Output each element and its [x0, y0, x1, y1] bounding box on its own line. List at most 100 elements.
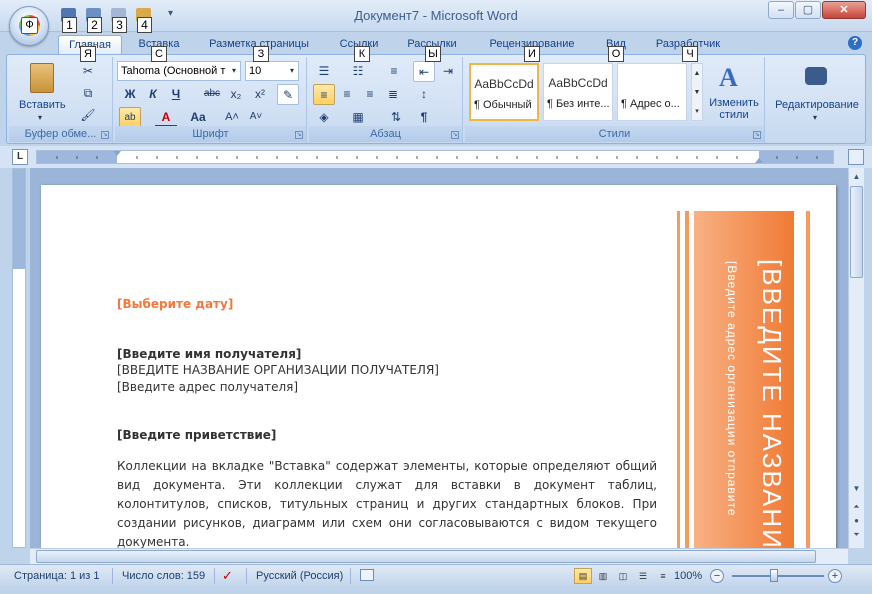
sender-address-placeholder[interactable]: [Введите адрес организации отправите — [725, 261, 739, 517]
page[interactable]: [Выберите дату] [Введите имя получателя]… — [41, 185, 836, 548]
style-normal[interactable]: AaBbCcDd ¶ Обычный — [469, 63, 539, 121]
group-label: Стили — [465, 126, 764, 142]
sender-org-title-placeholder[interactable]: [ВВЕДИТЕ НАЗВАНИ — [756, 259, 787, 548]
bold-button[interactable]: Ж — [119, 84, 141, 105]
dialog-launcher-icon[interactable]: ↘ — [295, 131, 303, 139]
format-painter-button[interactable]: 🖌 — [77, 105, 99, 126]
office-button[interactable]: Ф — [9, 6, 49, 46]
scroll-thumb[interactable] — [36, 550, 816, 563]
font-size-value: 10 — [249, 65, 262, 77]
style-no-spacing[interactable]: AaBbCcDd ¶ Без инте... — [543, 63, 613, 121]
borders-button[interactable]: ▦ — [347, 107, 369, 128]
cut-button[interactable]: ✂ — [77, 61, 99, 82]
minimize-button[interactable]: – — [768, 1, 794, 19]
font-color-button[interactable]: A — [155, 107, 177, 128]
copy-button[interactable]: ⧉ — [77, 83, 99, 104]
strikethrough-button[interactable]: abc — [201, 84, 223, 105]
zoom-in-icon[interactable]: + — [828, 569, 842, 583]
word-count[interactable]: Число слов: 159 — [122, 570, 205, 582]
change-styles-button[interactable]: A Изменить стили — [705, 59, 763, 125]
sort-button[interactable]: ⇅ — [385, 107, 407, 128]
style-address[interactable]: ¶ Адрес о... — [617, 63, 687, 121]
grow-font-button[interactable]: A˄ — [221, 107, 243, 128]
zoom-slider[interactable] — [732, 575, 824, 577]
keytip: 4 — [137, 17, 152, 33]
show-formatting-marks-button[interactable]: ¶ — [413, 107, 435, 128]
shrink-font-button[interactable]: A˅ — [245, 107, 267, 128]
dialog-launcher-icon[interactable]: ↘ — [451, 131, 459, 139]
dialog-launcher-icon[interactable]: ↘ — [101, 131, 109, 139]
subscript-button[interactable]: x₂ — [225, 84, 247, 105]
bullets-button[interactable]: ☰ — [313, 61, 335, 82]
change-case-button[interactable]: Aa — [187, 107, 209, 128]
close-button[interactable]: ✕ — [822, 1, 866, 19]
italic-button[interactable]: К — [142, 84, 164, 105]
styles-group: AaBbCcDd ¶ Обычный AaBbCcDd ¶ Без инте..… — [465, 57, 765, 143]
dialog-launcher-icon[interactable]: ↘ — [753, 131, 761, 139]
maximize-button[interactable]: ▢ — [795, 1, 821, 19]
full-screen-reading-icon[interactable]: ▥ — [594, 568, 612, 584]
decrease-indent-button[interactable]: ⇤ — [413, 61, 435, 82]
scroll-up-icon[interactable]: ▲ — [850, 170, 863, 184]
tab-selector-button[interactable]: L — [12, 149, 28, 165]
scroll-thumb[interactable] — [850, 186, 863, 278]
browse-object-icon[interactable]: ● — [850, 514, 863, 528]
align-center-button[interactable]: ≡ — [336, 84, 358, 105]
style-name: ¶ Обычный — [474, 99, 532, 111]
style-sample: AaBbCcDd — [548, 76, 608, 90]
view-ruler-icon[interactable] — [848, 149, 864, 165]
clear-formatting-button[interactable]: ✎ — [277, 84, 299, 105]
first-line-indent-marker[interactable] — [113, 151, 121, 156]
page-count[interactable]: Страница: 1 из 1 — [14, 570, 100, 582]
zoom-out-icon[interactable]: − — [710, 569, 724, 583]
increase-indent-button[interactable]: ⇥ — [437, 61, 459, 82]
window-controls: – ▢ ✕ — [768, 1, 866, 19]
help-icon[interactable]: ? — [848, 36, 862, 50]
numbering-button[interactable]: ☷ — [347, 61, 369, 82]
keytip: 2 — [87, 17, 102, 33]
web-layout-icon[interactable]: ◫ — [614, 568, 632, 584]
underline-button[interactable]: Ч — [165, 84, 187, 105]
recipient-address-placeholder[interactable]: [Введите адрес получателя] — [117, 380, 298, 394]
vertical-scrollbar[interactable]: ▲ ▼ ⏶ ● ⏷ — [848, 168, 864, 548]
superscript-button[interactable]: x² — [249, 84, 271, 105]
multilevel-list-button[interactable]: ≡ — [383, 61, 405, 82]
paste-button[interactable]: Вставить ▾ — [19, 61, 66, 122]
vertical-ruler[interactable] — [12, 168, 26, 548]
document-area[interactable]: [Выберите дату] [Введите имя получателя]… — [30, 168, 848, 548]
shading-button[interactable]: ◈ — [313, 107, 335, 128]
font-size-combo[interactable]: 10 ▾ — [245, 61, 299, 81]
font-name-combo[interactable]: Tahoma (Основной т ▾ — [117, 61, 241, 81]
editing-button[interactable]: Редактирование ▾ — [771, 61, 863, 125]
zoom-slider-thumb[interactable] — [770, 569, 778, 582]
print-layout-view-icon[interactable]: ▤ — [574, 568, 592, 584]
keytip: Ы — [425, 46, 441, 62]
recipient-org-placeholder[interactable]: [ВВЕДИТЕ НАЗВАНИЕ ОРГАНИЗАЦИИ ПОЛУЧАТЕЛЯ… — [117, 363, 439, 377]
scroll-down-icon[interactable]: ▼ — [850, 482, 863, 496]
draft-view-icon[interactable]: ≡ — [654, 568, 672, 584]
align-left-button[interactable]: ≡ — [313, 84, 335, 105]
macro-record-icon[interactable] — [360, 569, 374, 581]
separator — [214, 568, 215, 584]
spelling-check-icon[interactable]: ✓ — [222, 568, 233, 584]
next-page-icon[interactable]: ⏷ — [850, 528, 863, 542]
date-placeholder[interactable]: [Выберите дату] — [117, 297, 233, 311]
greeting-placeholder[interactable]: [Введите приветствие] — [117, 428, 276, 442]
styles-scroll[interactable]: ▲ ▼ ▾ — [691, 63, 703, 121]
editing-label: Редактирование — [775, 99, 859, 111]
separator — [246, 568, 247, 584]
previous-page-icon[interactable]: ⏶ — [850, 500, 863, 514]
paste-label: Вставить — [19, 99, 66, 111]
horizontal-scrollbar[interactable] — [30, 548, 848, 564]
justify-button[interactable]: ≣ — [382, 84, 404, 105]
line-spacing-button[interactable]: ↕ — [413, 84, 435, 105]
zoom-level[interactable]: 100% — [674, 570, 702, 582]
align-right-button[interactable]: ≡ — [359, 84, 381, 105]
language-indicator[interactable]: Русский (Россия) — [256, 570, 343, 582]
horizontal-ruler[interactable] — [36, 150, 834, 164]
right-indent-marker[interactable] — [755, 158, 763, 163]
outline-view-icon[interactable]: ☰ — [634, 568, 652, 584]
highlight-button[interactable]: ab — [119, 107, 141, 128]
recipient-name-placeholder[interactable]: [Введите имя получателя] — [117, 347, 301, 361]
body-paragraph[interactable]: Коллекции на вкладке "Вставка" содержат … — [117, 457, 657, 548]
